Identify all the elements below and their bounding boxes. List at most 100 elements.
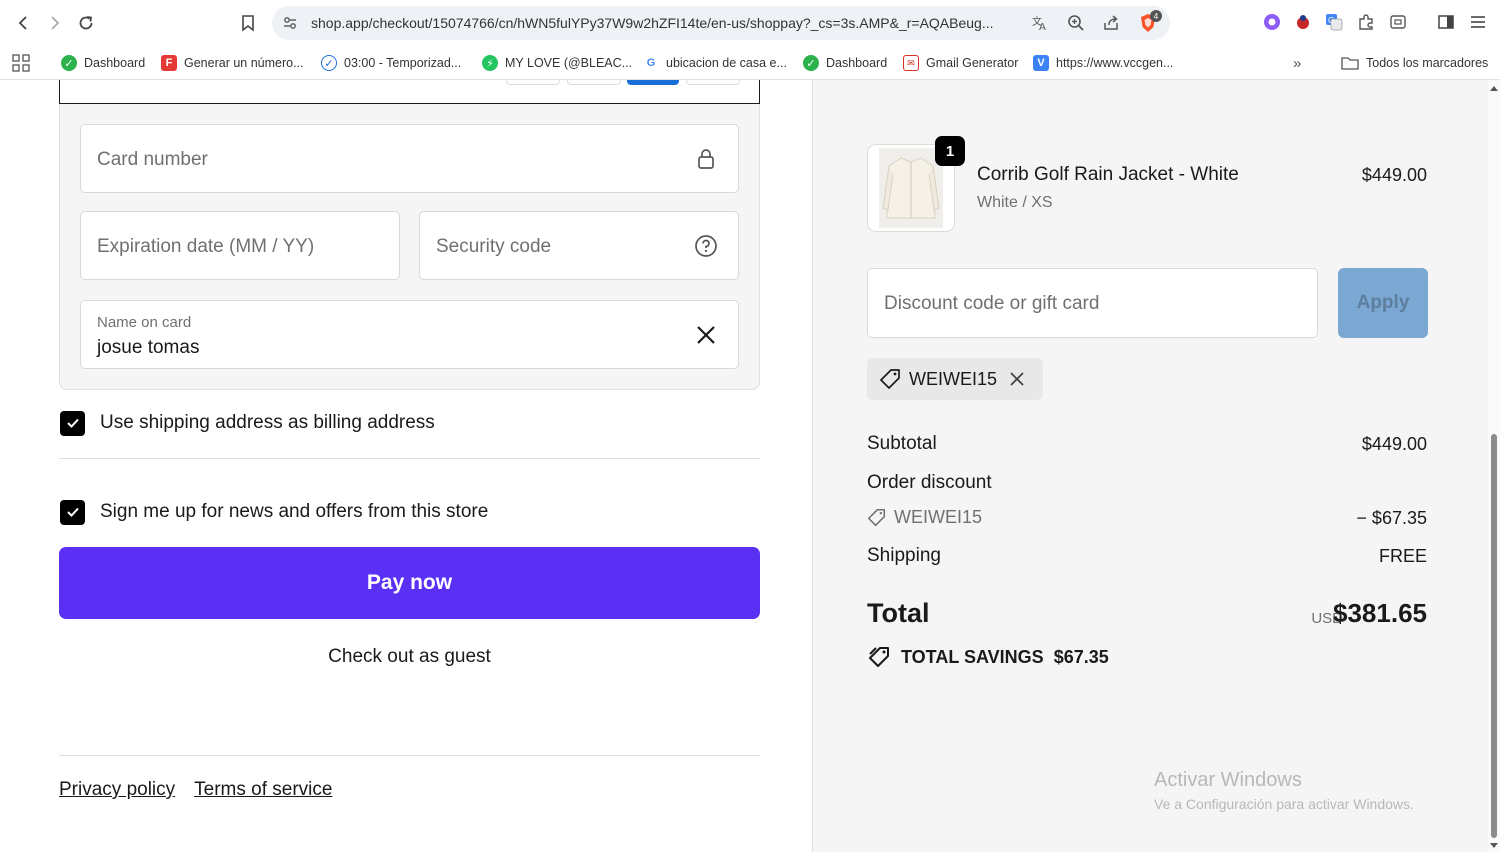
discount-code-input[interactable]: Discount code or gift card bbox=[867, 268, 1318, 338]
v-logo-icon: V bbox=[1033, 55, 1049, 71]
name-on-card-field[interactable]: Name on card josue tomas bbox=[80, 300, 739, 369]
billing-same-checkbox[interactable] bbox=[60, 410, 85, 436]
apply-button[interactable]: Apply bbox=[1338, 268, 1428, 338]
card-brand-tab bbox=[506, 80, 560, 85]
back-button[interactable] bbox=[12, 11, 36, 35]
sidebar-toggle-icon[interactable] bbox=[1436, 12, 1456, 32]
bookmark-item[interactable]: ⚡ MY LOVE (@BLEAC... bbox=[482, 53, 632, 73]
f-logo-icon: F bbox=[161, 55, 177, 71]
checkmark-icon bbox=[66, 418, 79, 428]
url-text[interactable]: shop.app/checkout/15074766/cn/hWN5fulYPy… bbox=[311, 15, 1031, 31]
bookmark-item[interactable]: V https://www.vccgen... bbox=[1033, 53, 1173, 73]
newsletter-checkbox-row[interactable]: Sign me up for news and offers from this… bbox=[60, 499, 488, 525]
google-translate-ext-icon[interactable]: G bbox=[1324, 12, 1344, 32]
security-code-field[interactable]: Security code bbox=[419, 211, 739, 280]
card-number-placeholder: Card number bbox=[97, 149, 208, 170]
bookmark-item[interactable]: ✓ Dashboard bbox=[61, 53, 145, 73]
gmail-gen-icon: ✉ bbox=[903, 55, 919, 71]
bookmark-item[interactable]: G ubicacion de casa e... bbox=[643, 53, 787, 73]
shipping-value: FREE bbox=[1378, 546, 1427, 566]
total-value: $381.65 bbox=[1333, 598, 1427, 628]
total-savings: TOTAL SAVINGS $67.35 bbox=[867, 645, 1109, 669]
divider bbox=[59, 458, 760, 459]
apps-grid-icon[interactable] bbox=[12, 53, 30, 73]
discount-placeholder: Discount code or gift card bbox=[884, 293, 1100, 314]
address-bar[interactable]: shop.app/checkout/15074766/cn/hWN5fulYPy… bbox=[272, 6, 1170, 40]
scroll-up-arrow-icon[interactable] bbox=[1490, 86, 1498, 91]
bookmark-label: Dashboard bbox=[84, 56, 146, 70]
share-icon[interactable] bbox=[1101, 13, 1121, 33]
billing-same-checkbox-row[interactable]: Use shipping address as billing address bbox=[60, 410, 435, 436]
more-bookmarks-chevron-icon[interactable]: » bbox=[1293, 53, 1301, 73]
newsletter-label: Sign me up for news and offers from this… bbox=[100, 501, 489, 522]
clear-x-icon[interactable] bbox=[694, 323, 718, 347]
savings-label: TOTAL SAVINGS bbox=[901, 646, 1044, 667]
translate-icon[interactable]: 文A bbox=[1030, 13, 1050, 33]
bookmark-item[interactable]: F Generar un número... bbox=[161, 53, 304, 73]
scroll-thumb[interactable] bbox=[1491, 434, 1497, 838]
green-check-icon: ✓ bbox=[803, 55, 819, 71]
newsletter-checkbox[interactable] bbox=[60, 499, 85, 525]
card-number-field[interactable]: Card number bbox=[80, 124, 739, 193]
discount-value: − $67.35 bbox=[1356, 508, 1427, 528]
product-price: $449.00 bbox=[1361, 165, 1427, 185]
subtotal-label: Subtotal bbox=[867, 433, 937, 454]
brave-shields-icon[interactable]: 4 bbox=[1138, 10, 1162, 33]
pay-now-button[interactable]: Pay now bbox=[59, 547, 760, 619]
remove-discount-x-icon[interactable] bbox=[1009, 371, 1025, 387]
checkmark-icon bbox=[66, 507, 79, 517]
order-discount-label: Order discount bbox=[867, 472, 992, 493]
extensions-puzzle-icon[interactable] bbox=[1356, 12, 1376, 32]
bookmark-label: Generar un número... bbox=[184, 56, 304, 70]
zoom-icon[interactable] bbox=[1066, 13, 1086, 33]
scroll-down-arrow-icon[interactable] bbox=[1490, 843, 1498, 848]
reload-icon bbox=[79, 16, 93, 30]
reload-button[interactable] bbox=[74, 11, 98, 35]
bookmark-label: Dashboard bbox=[826, 56, 888, 70]
bookmark-item[interactable]: ✓ 03:00 - Temporizad... bbox=[321, 53, 461, 73]
security-code-placeholder: Security code bbox=[436, 236, 552, 257]
subtotal-value: $449.00 bbox=[1361, 434, 1427, 454]
card-brand-tab bbox=[567, 80, 621, 85]
bookmark-label: 03:00 - Temporizad... bbox=[344, 56, 462, 70]
windows-activation-title: Activar Windows bbox=[1154, 769, 1302, 791]
bookmark-label: https://www.vccgen... bbox=[1056, 56, 1174, 70]
browser-toolbar: shop.app/checkout/15074766/cn/hWN5fulYPy… bbox=[0, 0, 1500, 46]
site-settings-icon[interactable] bbox=[280, 13, 300, 33]
extension-purple-icon[interactable] bbox=[1262, 12, 1282, 32]
forward-button[interactable] bbox=[42, 11, 66, 35]
savings-value: $67.35 bbox=[1053, 646, 1109, 667]
help-question-icon[interactable] bbox=[694, 234, 718, 258]
credit-card-panel: Card number Expiration date (MM / YY) Se… bbox=[59, 104, 760, 390]
product-variant: White / XS bbox=[977, 194, 1053, 211]
bookmark-page-button[interactable] bbox=[236, 11, 260, 35]
terms-of-service-link[interactable]: Terms of service bbox=[194, 779, 332, 801]
total-label: Total bbox=[867, 598, 930, 628]
menu-icon[interactable] bbox=[1468, 12, 1488, 32]
bookmark-icon bbox=[242, 15, 254, 32]
forward-arrow-icon bbox=[51, 16, 60, 30]
bookmarks-bar: ✓ Dashboard F Generar un número... ✓ 03:… bbox=[0, 46, 1500, 80]
footer-divider bbox=[59, 755, 760, 756]
savings-tags-icon bbox=[869, 647, 889, 667]
green-check-icon: ✓ bbox=[61, 55, 77, 71]
footer-links: Privacy policy Terms of service bbox=[59, 779, 332, 801]
shipping-label: Shipping bbox=[867, 545, 941, 566]
bookmark-label: Gmail Generator bbox=[926, 56, 1019, 70]
svg-text:A: A bbox=[1039, 22, 1046, 32]
all-bookmarks-folder[interactable]: Todos los marcadores bbox=[1341, 53, 1488, 73]
name-on-card-label: Name on card bbox=[97, 314, 192, 331]
bookmark-item[interactable]: ✓ Dashboard bbox=[803, 53, 887, 73]
extension-bug-icon[interactable] bbox=[1293, 12, 1313, 32]
checkout-as-guest-link[interactable]: Check out as guest bbox=[59, 646, 760, 668]
lock-icon bbox=[694, 147, 718, 171]
expiration-date-field[interactable]: Expiration date (MM / YY) bbox=[80, 211, 400, 280]
page-scrollbar[interactable] bbox=[1488, 80, 1500, 852]
wallet-icon[interactable] bbox=[1388, 12, 1408, 32]
google-g-icon: G bbox=[643, 55, 659, 71]
applied-code-label: WEIWEI15 bbox=[909, 368, 998, 389]
windows-activation-subtitle: Ve a Configuración para activar Windows. bbox=[1154, 796, 1414, 812]
bolt-icon: ⚡ bbox=[482, 55, 498, 71]
privacy-policy-link[interactable]: Privacy policy bbox=[59, 779, 175, 801]
bookmark-item[interactable]: ✉ Gmail Generator bbox=[903, 53, 1018, 73]
